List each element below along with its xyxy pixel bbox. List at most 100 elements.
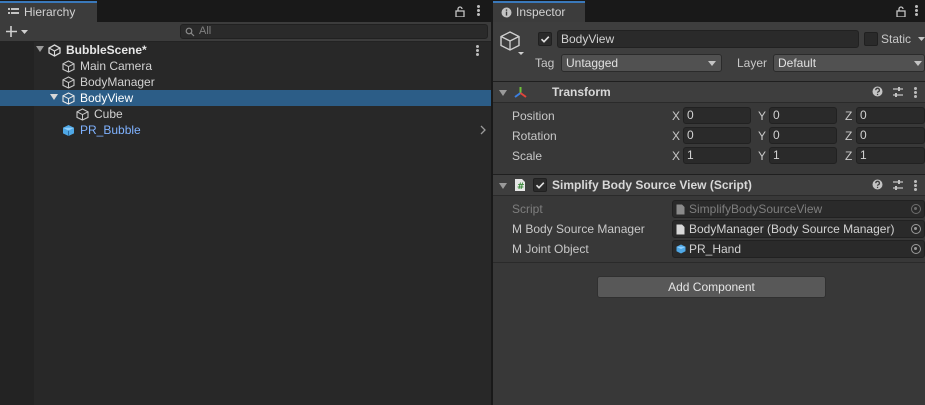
hierarchy-item-cube[interactable]: Cube — [34, 106, 491, 122]
hierarchy-item-bodymanager[interactable]: BodyManager — [34, 74, 491, 90]
rotation-label: Rotation — [512, 129, 557, 143]
inspector-menu-icon[interactable] — [915, 5, 918, 17]
axis-x-label[interactable]: X — [672, 129, 680, 143]
script-file-icon — [676, 224, 685, 235]
add-component-button[interactable]: Add Component — [597, 276, 826, 298]
scene-menu-icon[interactable] — [476, 45, 479, 57]
hierarchy-search-input[interactable]: All — [180, 24, 488, 39]
preset-icon[interactable] — [892, 179, 904, 191]
transform-axes-icon — [513, 85, 528, 100]
fold-arrow-icon[interactable] — [499, 90, 507, 96]
script-file-icon: # — [514, 178, 526, 192]
layer-dropdown[interactable]: Default — [773, 54, 925, 72]
preset-icon[interactable] — [892, 86, 904, 98]
axis-y-label[interactable]: Y — [758, 149, 766, 163]
tag-value: Untagged — [566, 56, 619, 70]
object-name-field[interactable]: BodyView — [557, 30, 859, 48]
axis-z-label[interactable]: Z — [845, 149, 852, 163]
tag-dropdown[interactable]: Untagged — [561, 54, 722, 72]
gameobject-icon[interactable] — [500, 30, 526, 58]
hierarchy-item-main-camera[interactable]: Main Camera — [34, 58, 491, 74]
static-checkbox[interactable] — [864, 32, 878, 46]
rotation-x-field[interactable]: 0 — [683, 127, 751, 144]
script-file-icon — [676, 204, 685, 215]
hierarchy-item-label: Main Camera — [80, 59, 153, 73]
prefab-icon — [676, 244, 686, 254]
tag-label: Tag — [535, 56, 555, 70]
component-enabled-checkbox[interactable] — [533, 178, 547, 192]
body-source-manager-field[interactable]: BodyManager (Body Source Manager) — [672, 220, 925, 238]
help-icon[interactable] — [872, 86, 883, 97]
hierarchy-item-label: BodyManager — [80, 75, 155, 89]
scale-z-field[interactable]: 1 — [856, 147, 925, 164]
position-label: Position — [512, 109, 555, 123]
component-menu-icon[interactable] — [914, 87, 917, 99]
chevron-down-icon — [708, 61, 716, 66]
hierarchy-menu-icon[interactable] — [477, 5, 480, 17]
hierarchy-item-bodyview[interactable]: BodyView — [0, 90, 491, 106]
tab-hierarchy[interactable]: Hierarchy — [0, 1, 97, 22]
script-component-header[interactable]: # Simplify Body Source View (Script) — [493, 174, 925, 196]
scale-label: Scale — [512, 149, 543, 163]
hierarchy-item-label: PR_Bubble — [80, 123, 141, 137]
fold-arrow-icon[interactable] — [499, 183, 507, 189]
gameobject-cube-icon — [76, 108, 89, 121]
unity-scene-icon — [48, 44, 61, 57]
hierarchy-item-label: Cube — [94, 107, 123, 121]
object-picker-icon[interactable] — [911, 244, 921, 254]
scene-row[interactable]: BubbleScene* — [34, 42, 491, 58]
axis-x-label[interactable]: X — [672, 109, 680, 123]
tab-inspector[interactable]: Inspector — [493, 1, 585, 22]
body-source-manager-label: M Body Source Manager — [512, 222, 645, 236]
gameobject-cube-icon — [62, 76, 75, 89]
layer-label: Layer — [737, 56, 768, 70]
fold-arrow-icon[interactable] — [50, 94, 58, 100]
axis-y-label[interactable]: Y — [758, 129, 766, 143]
scale-y-field[interactable]: 1 — [769, 147, 837, 164]
object-picker-icon[interactable] — [911, 224, 921, 234]
script-label: Script — [512, 202, 543, 216]
hierarchy-item-label: BodyView — [80, 91, 134, 105]
help-icon[interactable] — [872, 179, 883, 190]
tab-hierarchy-label: Hierarchy — [24, 5, 76, 19]
prefab-icon — [62, 124, 75, 137]
gameobject-cube-icon — [62, 60, 75, 73]
position-y-field[interactable]: 0 — [769, 107, 837, 124]
axis-z-label[interactable]: Z — [845, 129, 852, 143]
script-value: SimplifyBodySourceView — [689, 202, 823, 216]
axis-x-label[interactable]: X — [672, 149, 680, 163]
static-dropdown-icon[interactable] — [918, 36, 925, 42]
search-icon — [185, 27, 196, 37]
rotation-y-field[interactable]: 0 — [769, 127, 837, 144]
joint-object-label: M Joint Object — [512, 242, 589, 256]
component-divider — [493, 262, 925, 263]
joint-object-value: PR_Hand — [689, 242, 742, 256]
body-source-manager-value: BodyManager (Body Source Manager) — [689, 222, 895, 236]
axis-y-label[interactable]: Y — [758, 109, 766, 123]
scale-x-field[interactable]: 1 — [683, 147, 751, 164]
list-icon — [8, 7, 19, 17]
info-icon — [501, 7, 512, 18]
svg-text:#: # — [517, 182, 525, 192]
joint-object-field[interactable]: PR_Hand — [672, 240, 925, 258]
inspector-lock-icon[interactable] — [896, 6, 906, 17]
layer-value: Default — [778, 56, 817, 70]
component-menu-icon[interactable] — [914, 180, 917, 192]
static-label: Static — [881, 32, 912, 46]
rotation-z-field[interactable]: 0 — [856, 127, 925, 144]
fold-arrow-icon[interactable] — [36, 46, 44, 52]
chevron-right-icon[interactable] — [480, 125, 486, 135]
active-checkbox[interactable] — [538, 32, 552, 46]
gameobject-cube-icon — [62, 92, 75, 105]
position-z-field[interactable]: 0 — [856, 107, 925, 124]
script-component-title: Simplify Body Source View (Script) — [552, 178, 752, 192]
transform-header[interactable]: Transform — [493, 81, 925, 103]
add-create-icon[interactable] — [6, 25, 30, 38]
scene-name: BubbleScene* — [66, 43, 147, 57]
axis-z-label[interactable]: Z — [845, 109, 852, 123]
search-placeholder: All — [199, 25, 212, 37]
lock-icon[interactable] — [455, 6, 465, 17]
hierarchy-item-pr-bubble[interactable]: PR_Bubble — [34, 122, 491, 138]
transform-title: Transform — [552, 85, 611, 99]
position-x-field[interactable]: 0 — [683, 107, 751, 124]
